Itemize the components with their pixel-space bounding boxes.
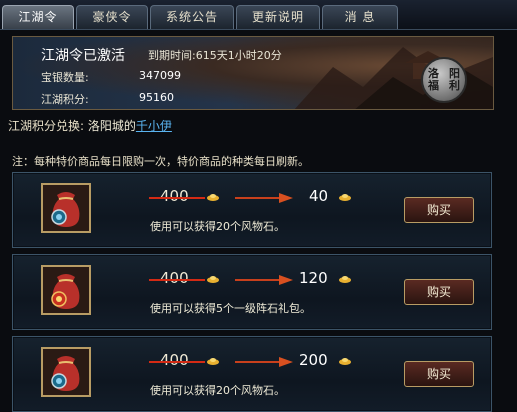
original-price: 400: [160, 269, 189, 287]
points-label: 江湖积分:: [41, 93, 89, 106]
price-strikethrough: [149, 361, 205, 363]
original-price: 400: [160, 187, 189, 205]
silver-ingot-icon: [207, 276, 219, 283]
item-description: 使用可以获得5个一级阵石礼包。: [150, 302, 311, 315]
status-banner: 江湖令已激活 到期时间:615天1小时20分 宝银数量: 347099 江湖积分…: [12, 36, 494, 110]
shop-item: 400 40 使用可以获得20个风物石。 购买: [12, 172, 492, 248]
tab-system-notice[interactable]: 系统公告: [150, 5, 234, 29]
item-description: 使用可以获得20个风物石。: [150, 384, 285, 397]
silver-ingot-icon: [339, 358, 351, 365]
purchase-note: 注：每种特价商品每日限购一次，特价商品的种类每日刷新。: [12, 155, 309, 168]
buy-button[interactable]: 购买: [404, 197, 474, 223]
arrow-right-icon: [235, 357, 293, 367]
expire-time: 到期时间:615天1小时20分: [148, 49, 282, 62]
silver-ingot-icon: [339, 276, 351, 283]
sale-price: 40: [309, 187, 329, 205]
red-pouch-red-charm-icon[interactable]: [41, 265, 91, 315]
exchange-label: 江湖积分兑换:: [8, 119, 85, 133]
tab-jianghu-ling[interactable]: 江湖令: [2, 5, 74, 29]
luoyang-welfare-seal-icon: 洛阳 福利: [421, 57, 467, 103]
price-strikethrough: [149, 197, 205, 199]
points-value: 95160: [139, 91, 174, 104]
red-pouch-blue-charm-icon[interactable]: [41, 347, 91, 397]
tab-haoxia-ling[interactable]: 豪侠令: [76, 5, 148, 29]
silver-ingot-icon: [339, 194, 351, 201]
price-strikethrough: [149, 279, 205, 281]
silver-ingot-icon: [207, 194, 219, 201]
exchange-line: 江湖积分兑换: 洛阳城的千小伊: [8, 117, 172, 134]
exchange-place: 洛阳城的: [87, 119, 136, 133]
arrow-right-icon: [235, 275, 293, 285]
original-price: 400: [160, 351, 189, 369]
sale-price: 200: [299, 351, 328, 369]
silver-value: 347099: [139, 69, 181, 82]
npc-link[interactable]: 千小伊: [136, 119, 172, 133]
buy-button[interactable]: 购买: [404, 279, 474, 305]
arrow-right-icon: [235, 193, 293, 203]
tab-messages[interactable]: 消 息: [322, 5, 398, 29]
shop-item: 400 200 使用可以获得20个风物石。 购买: [12, 336, 492, 412]
silver-label: 宝银数量:: [41, 71, 89, 84]
shop-item: 400 120 使用可以获得5个一级阵石礼包。 购买: [12, 254, 492, 330]
silver-ingot-icon: [207, 358, 219, 365]
activation-status: 江湖令已激活: [41, 48, 125, 64]
red-pouch-blue-charm-icon[interactable]: [41, 183, 91, 233]
item-description: 使用可以获得20个风物石。: [150, 220, 285, 233]
tab-bar: 江湖令 豪侠令 系统公告 更新说明 消 息: [0, 0, 517, 30]
tab-update-notes[interactable]: 更新说明: [236, 5, 320, 29]
buy-button[interactable]: 购买: [404, 361, 474, 387]
sale-price: 120: [299, 269, 328, 287]
